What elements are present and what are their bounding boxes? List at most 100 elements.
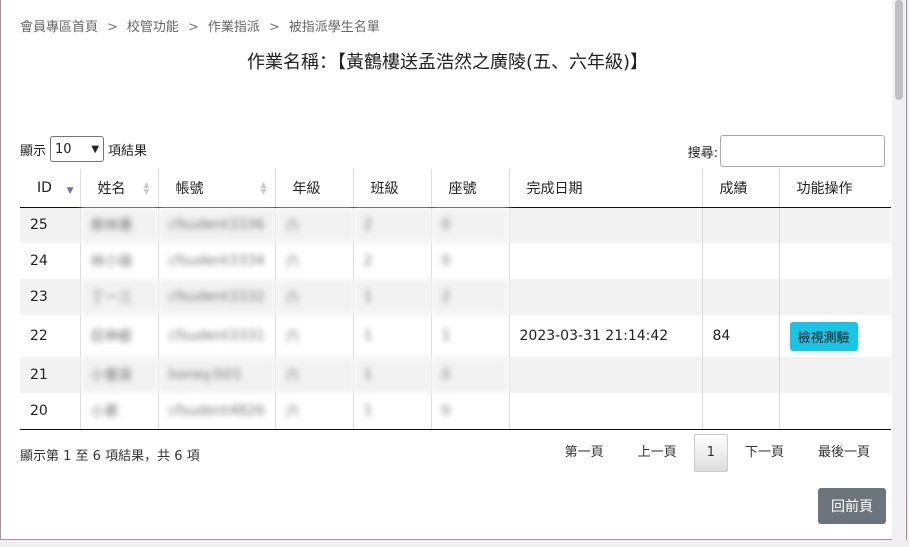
breadcrumb-separator: > <box>107 20 118 35</box>
scrollbar[interactable] <box>892 0 906 540</box>
table-info: 顯示第 1 至 6 項結果，共 6 項 <box>20 449 200 464</box>
sort-icon: ▲ ▼ <box>143 180 150 196</box>
cell-class: 1 <box>353 393 432 430</box>
cell-action: 檢視測驗 <box>779 315 891 357</box>
pagination: 第一頁 上一頁 1 下一頁 最後一頁 <box>548 434 887 472</box>
cell-seat: 0 <box>431 207 510 243</box>
cell-grade: 六 <box>275 207 354 243</box>
cell-name: 莊伸叡 <box>80 315 159 357</box>
cell-name: 蔡林蕙 <box>80 207 159 243</box>
column-header-completed-date[interactable]: 完成日期 <box>509 169 703 208</box>
breadcrumb: 會員專區首頁 > 校管功能 > 作業指派 > 被指派學生名單 <box>20 16 380 35</box>
breadcrumb-current: 被指派學生名單 <box>288 20 380 35</box>
table-row: 20 小慕 cfsudent4826 六 1 0 <box>20 393 891 430</box>
cell-date <box>509 243 703 279</box>
cell-action <box>779 279 891 315</box>
cell-grade: 六 <box>275 357 354 393</box>
cell-action <box>779 393 891 430</box>
length-suffix: 項結果 <box>108 143 148 159</box>
cell-account: cfsudent3334 <box>158 243 276 279</box>
breadcrumb-separator: > <box>268 20 280 35</box>
cell-action <box>779 207 891 243</box>
prev-page-button[interactable]: 上一頁 <box>621 434 694 472</box>
column-header-actions: 功能操作 <box>779 169 891 208</box>
page-title: 作業名稱：【黃鶴樓送孟浩然之廣陵(五、六年級)】 <box>246 52 649 73</box>
last-page-button[interactable]: 最後一頁 <box>801 434 887 472</box>
breadcrumb-home[interactable]: 會員專區首頁 <box>20 20 98 35</box>
column-header-name[interactable]: 姓名 ▲ ▼ <box>80 169 159 208</box>
cell-name: 林小瑜 <box>80 243 159 279</box>
next-page-button[interactable]: 下一頁 <box>728 434 801 472</box>
table-row: 25 蔡林蕙 cfsudent3336 六 2 0 <box>20 207 891 243</box>
sort-desc-icon: ▼ <box>66 186 74 196</box>
search-label: 搜尋: <box>687 145 718 161</box>
page-length-control: 顯示 10 ▼ 項結果 <box>20 136 147 162</box>
cell-account: honey3i01 <box>158 357 276 393</box>
first-page-button[interactable]: 第一頁 <box>548 434 621 472</box>
cell-grade: 六 <box>275 393 354 430</box>
cell-name: 小豐英 <box>80 357 159 393</box>
cell-id: 21 <box>20 357 81 393</box>
table-header-row: ID ▼ 姓名 ▲ ▼ 帳號 ▲ ▼ 年級 班級 座號 完成日期 成績 功能操作 <box>20 169 891 208</box>
cell-class: 1 <box>353 315 432 357</box>
breadcrumb-school-admin[interactable]: 校管功能 <box>127 20 179 35</box>
cell-id: 25 <box>20 207 81 243</box>
cell-seat: 2 <box>431 279 510 315</box>
search-control: 搜尋: <box>688 135 885 167</box>
table-row: 24 林小瑜 cfsudent3334 六 2 0 <box>20 243 891 279</box>
cell-score <box>702 357 780 393</box>
view-quiz-button[interactable]: 檢視測驗 <box>789 321 858 351</box>
cell-class: 1 <box>353 357 432 393</box>
cell-date: 2023-03-31 21:14:42 <box>509 315 703 357</box>
cell-name: 小慕 <box>80 393 159 430</box>
cell-score <box>702 243 780 279</box>
cell-class: 2 <box>353 207 432 243</box>
length-prefix: 顯示 <box>20 143 47 159</box>
cell-account: cfsudent3331 <box>158 315 276 357</box>
cell-account: cfsudent3332 <box>158 279 276 315</box>
cell-name: 丁一三 <box>80 279 159 315</box>
page-frame: 會員專區首頁 > 校管功能 > 作業指派 > 被指派學生名單 作業名稱：【黃鶴樓送孟浩然之廣… <box>0 0 907 540</box>
sort-icon: ▲ ▼ <box>260 180 267 196</box>
breadcrumb-assignment[interactable]: 作業指派 <box>208 20 260 35</box>
chevron-down-icon: ▼ <box>91 143 100 155</box>
cell-id: 23 <box>20 279 81 315</box>
cell-class: 2 <box>353 243 432 279</box>
cell-action <box>779 243 891 279</box>
cell-grade: 六 <box>275 243 354 279</box>
cell-id: 22 <box>20 315 81 357</box>
cell-grade: 六 <box>275 315 354 357</box>
search-input[interactable] <box>720 135 885 167</box>
cell-seat: 0 <box>431 357 510 393</box>
page-length-value: 10 <box>55 141 72 157</box>
cell-id: 20 <box>20 393 81 430</box>
back-button[interactable]: 回前頁 <box>818 488 886 524</box>
column-header-account[interactable]: 帳號 ▲ ▼ <box>158 169 276 208</box>
cell-class: 1 <box>353 279 432 315</box>
column-header-grade[interactable]: 年級 <box>275 169 354 208</box>
cell-score <box>702 393 780 430</box>
cell-date <box>509 357 703 393</box>
page-length-select[interactable]: 10 ▼ <box>50 136 105 162</box>
scrollbar-thumb[interactable] <box>895 0 903 100</box>
cell-score: 84 <box>702 315 780 357</box>
cell-date <box>509 279 703 315</box>
column-header-id[interactable]: ID ▼ <box>20 169 81 208</box>
cell-seat: 0 <box>431 243 510 279</box>
student-table: ID ▼ 姓名 ▲ ▼ 帳號 ▲ ▼ 年級 班級 座號 完成日期 成績 功能操作 25 蔡… <box>20 169 891 430</box>
cell-date <box>509 393 703 430</box>
cell-seat: 0 <box>431 393 510 430</box>
cell-grade: 六 <box>275 279 354 315</box>
cell-action <box>779 357 891 393</box>
cell-account: cfsudent4826 <box>158 393 276 430</box>
column-header-score[interactable]: 成績 <box>702 169 780 208</box>
column-header-class[interactable]: 班級 <box>353 169 432 208</box>
cell-score <box>702 279 780 315</box>
table-row: 23 丁一三 cfsudent3332 六 1 2 <box>20 279 891 315</box>
breadcrumb-separator: > <box>187 20 199 35</box>
column-header-seat[interactable]: 座號 <box>431 169 510 208</box>
cell-account: cfsudent3336 <box>158 207 276 243</box>
cell-id: 24 <box>20 243 81 279</box>
current-page-button[interactable]: 1 <box>693 434 728 472</box>
table-row: 22 莊伸叡 cfsudent3331 六 1 1 2023-03-31 21:… <box>20 315 891 357</box>
